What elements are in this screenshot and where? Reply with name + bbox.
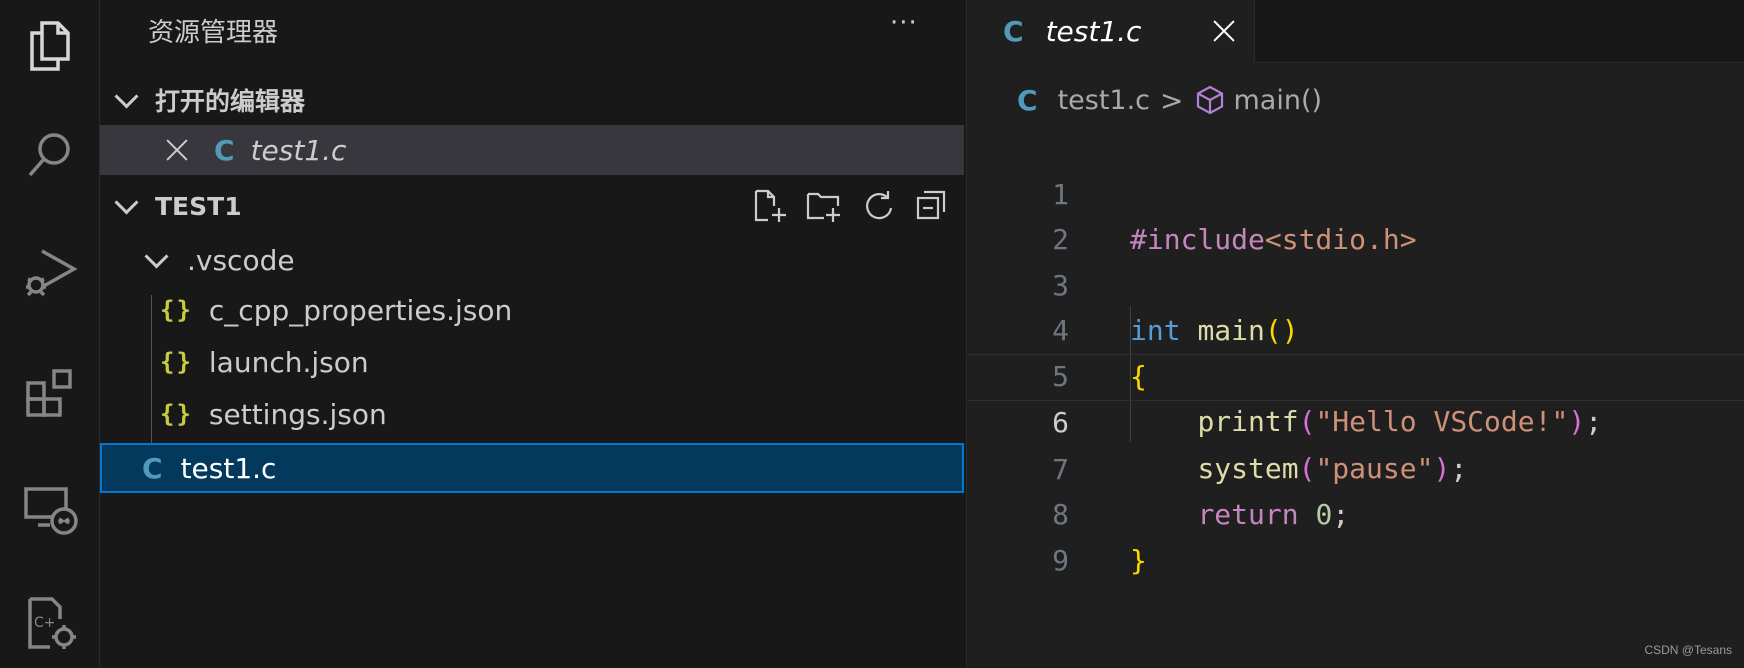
open-editors-label: 打开的编辑器 (155, 87, 306, 116)
code-line: 9 (967, 492, 1744, 577)
file-name: test1.c (180, 451, 277, 485)
collapse-all-icon[interactable] (914, 188, 950, 224)
sidebar-title: 资源管理器 (148, 18, 279, 48)
extensions-icon[interactable] (0, 346, 99, 436)
code-line: 7 return 0; (967, 401, 1744, 532)
run-debug-icon[interactable] (0, 228, 99, 318)
file-name: settings.json (208, 397, 387, 431)
close-icon[interactable] (164, 137, 190, 163)
line-number: 9 (1052, 543, 1069, 577)
breadcrumb-separator: > (1160, 83, 1184, 117)
code-editor[interactable]: 1 #include<stdio.h> 2 3 int main() 4 { 5… (967, 126, 1744, 577)
code-line: 8 } (967, 447, 1744, 577)
tab-test1-c[interactable]: C test1.c (967, 0, 1255, 63)
tab-label: test1.c (1045, 15, 1142, 48)
chevron-down-icon (144, 243, 169, 269)
chevron-down-icon (114, 189, 139, 215)
activity-bar: C+ (0, 0, 100, 667)
folder-label: TEST1 (155, 191, 242, 221)
files-icon[interactable] (0, 0, 99, 90)
remote-explorer-icon[interactable] (0, 464, 99, 554)
new-folder-icon[interactable] (806, 188, 842, 224)
folder-name: .vscode (187, 243, 295, 277)
search-icon[interactable] (0, 110, 99, 200)
code-line-current: 6 system("pause"); (967, 353, 1744, 485)
file-name: launch.json (208, 345, 369, 379)
code-line: 3 int main() (967, 217, 1744, 348)
json-file-icon: {} (160, 400, 193, 428)
breadcrumb-file[interactable]: test1.c (1058, 85, 1150, 116)
more-actions-icon[interactable]: ··· (890, 8, 918, 38)
code-line: 5 printf("Hello VSCode!"); (967, 308, 1744, 439)
watermark: CSDN @Tesans (1644, 643, 1732, 657)
chevron-down-icon (114, 83, 139, 109)
breadcrumb: C test1.c > main() (1017, 80, 1322, 120)
tree-file-item[interactable]: {} launch.json (100, 337, 964, 387)
tree-file-item[interactable]: {} settings.json (100, 389, 964, 439)
tree-folder-vscode[interactable]: .vscode (100, 235, 964, 285)
code-line: 2 (967, 172, 1744, 256)
folder-toolbar (752, 188, 950, 224)
folder-header[interactable]: TEST1 (100, 182, 964, 230)
token: } (1130, 543, 1147, 577)
file-name: c_cpp_properties.json (208, 293, 513, 327)
tab-bar: C test1.c (967, 0, 1744, 63)
tree-file-selected[interactable]: C test1.c (100, 443, 964, 493)
explorer-sidebar: 资源管理器 ··· 打开的编辑器 C test1.c TEST1 .vscode… (100, 0, 964, 667)
refresh-icon[interactable] (860, 188, 896, 224)
open-editor-item[interactable]: C test1.c (100, 125, 964, 175)
c-file-icon: C (214, 133, 235, 167)
breadcrumb-symbol[interactable]: main() (1234, 85, 1323, 116)
code-line: 4 { (967, 263, 1744, 393)
svg-text:C+: C+ (34, 615, 56, 631)
open-editor-name: test1.c (250, 133, 347, 167)
c-file-icon: C (1017, 83, 1038, 117)
c-file-icon: C (142, 451, 163, 485)
code-line: 1 #include<stdio.h> (967, 126, 1744, 257)
editor-area: C test1.c C test1.c > main() 1 #include<… (966, 0, 1744, 667)
new-file-icon[interactable] (752, 188, 788, 224)
c-file-icon: C (1003, 15, 1024, 48)
close-icon[interactable] (1211, 18, 1237, 44)
cpp-settings-icon[interactable]: C+ (0, 578, 99, 668)
json-file-icon: {} (160, 348, 193, 376)
tree-file-item[interactable]: {} c_cpp_properties.json (100, 285, 964, 335)
json-file-icon: {} (160, 296, 193, 324)
open-editors-header[interactable]: 打开的编辑器 (100, 76, 964, 124)
symbol-method-icon (1196, 85, 1223, 115)
